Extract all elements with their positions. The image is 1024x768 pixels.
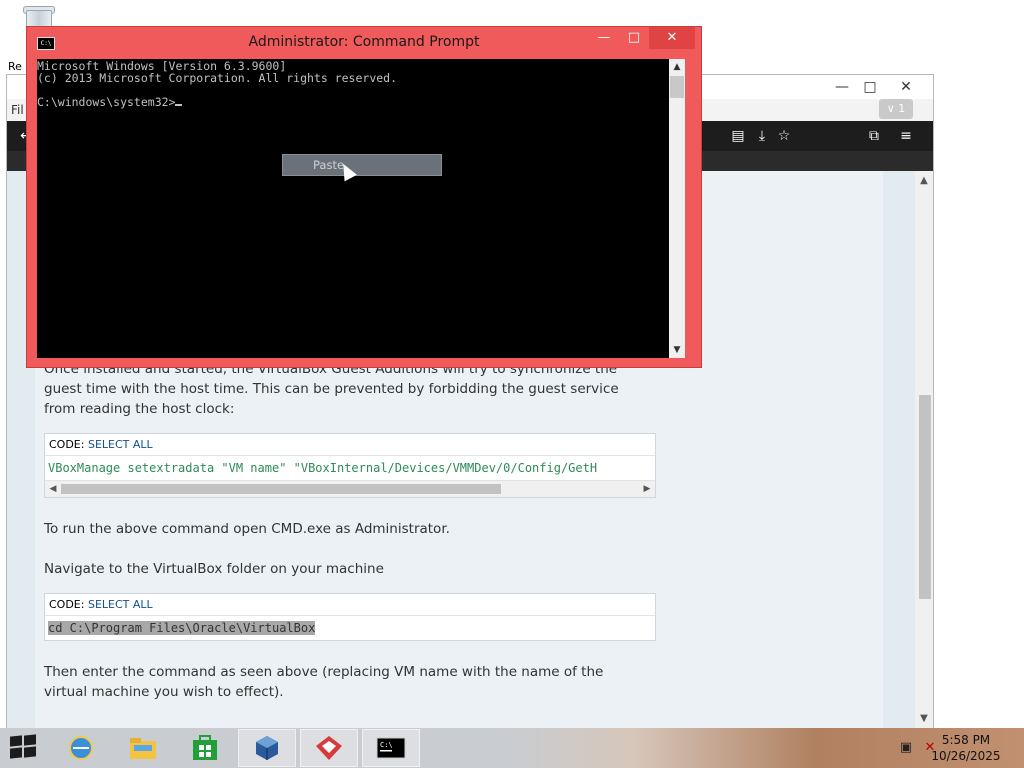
clock-time: 5:58 PM xyxy=(941,733,991,747)
paste-menu-item[interactable]: Paste xyxy=(282,154,442,176)
gns3-icon[interactable] xyxy=(300,729,358,767)
scroll-down-icon[interactable]: ▼ xyxy=(915,711,933,727)
reader-icon[interactable]: ▤ xyxy=(729,127,747,145)
extensions-icon[interactable]: ⧉ xyxy=(865,127,883,145)
browser-close-button[interactable]: ✕ xyxy=(883,75,929,99)
code-horizontal-scrollbar[interactable]: ◀ ▶ xyxy=(45,480,655,497)
code-text[interactable]: VBoxManage setextradata "VM name" "VBoxI… xyxy=(45,456,655,480)
intro-paragraph: Once installed and started, the VirtualB… xyxy=(44,361,619,417)
network-icon[interactable]: ▣ xyxy=(898,740,914,756)
code-label: CODE: xyxy=(49,438,88,451)
file-menu[interactable]: Fil xyxy=(11,103,24,117)
scroll-left-icon[interactable]: ◀ xyxy=(45,481,61,497)
code-block-1: CODE: SELECT ALL VBoxManage setextradata… xyxy=(44,433,656,498)
code-header: CODE: SELECT ALL xyxy=(45,434,655,456)
scroll-up-icon[interactable]: ▲ xyxy=(915,173,933,189)
cmd-scroll-up-icon[interactable]: ▲ xyxy=(669,59,685,75)
file-explorer-icon[interactable] xyxy=(114,729,172,767)
system-clock[interactable]: 5:58 PM 10/26/2025 xyxy=(926,732,1006,764)
taskbar: C:\ ▣ ✕ 5:58 PM 10/26/2025 xyxy=(0,728,1024,768)
download-icon[interactable]: ⤓ xyxy=(753,127,771,145)
cmd-prompt: C:\windows\system32> xyxy=(37,95,176,109)
browser-vertical-scrollbar[interactable]: ▲ ▼ xyxy=(915,171,933,729)
recycle-bin-label: Re xyxy=(8,60,22,73)
paragraph-run-cmd: To run the above command open CMD.exe as… xyxy=(44,521,450,537)
cmd-scroll-down-icon[interactable]: ▼ xyxy=(669,342,685,358)
cmd-console[interactable]: Microsoft Windows [Version 6.3.9600] (c)… xyxy=(37,59,669,358)
cmd-window: C:\ Administrator: Command Prompt — □ ✕ … xyxy=(26,26,702,368)
start-button[interactable] xyxy=(10,734,38,760)
cmd-vertical-scrollbar[interactable]: ▲ ▼ xyxy=(669,59,685,358)
browser-maximize-button[interactable]: □ xyxy=(853,75,887,99)
clock-date: 10/26/2025 xyxy=(931,749,1001,763)
command-prompt-taskbar-icon[interactable]: C:\ xyxy=(362,729,420,767)
paragraph-navigate: Navigate to the VirtualBox folder on you… xyxy=(44,561,384,577)
scroll-thumb[interactable] xyxy=(919,395,931,599)
code-scroll-thumb[interactable] xyxy=(61,484,501,494)
text-cursor xyxy=(175,104,183,106)
select-all-link[interactable]: SELECT ALL xyxy=(88,438,153,451)
cmd-prompt-line[interactable]: C:\windows\system32> xyxy=(37,95,183,109)
cmd-maximize-button[interactable]: □ xyxy=(619,27,649,49)
cmd-titlebar[interactable]: C:\ Administrator: Command Prompt — □ ✕ xyxy=(27,27,701,57)
virtualbox-icon[interactable] xyxy=(238,729,296,767)
cmd-minimize-button[interactable]: — xyxy=(589,27,619,49)
cmd-scroll-thumb[interactable] xyxy=(670,76,684,98)
windows-store-icon[interactable] xyxy=(176,729,234,767)
svg-text:C:\: C:\ xyxy=(380,741,393,749)
code-block-2: CODE: SELECT ALL cd C:\Program Files\Ora… xyxy=(44,593,656,641)
code-header: CODE: SELECT ALL xyxy=(45,594,655,616)
select-all-link[interactable]: SELECT ALL xyxy=(88,598,153,611)
star-icon[interactable]: ☆ xyxy=(775,127,793,145)
code-text[interactable]: cd C:\Program Files\Oracle\VirtualBox xyxy=(45,616,655,640)
scroll-right-icon[interactable]: ▶ xyxy=(639,481,655,497)
cmd-copyright-line: (c) 2013 Microsoft Corporation. All righ… xyxy=(37,71,398,85)
tab-list-button[interactable]: ∨ 1 xyxy=(879,99,913,119)
selected-code-text[interactable]: cd C:\Program Files\Oracle\VirtualBox xyxy=(48,621,316,635)
menu-icon[interactable]: ≡ xyxy=(897,127,915,145)
code-label: CODE: xyxy=(49,598,88,611)
paragraph-replace-vm: Then enter the command as seen above (re… xyxy=(44,664,604,700)
internet-explorer-icon[interactable] xyxy=(52,729,110,767)
cmd-close-button[interactable]: ✕ xyxy=(649,27,695,49)
